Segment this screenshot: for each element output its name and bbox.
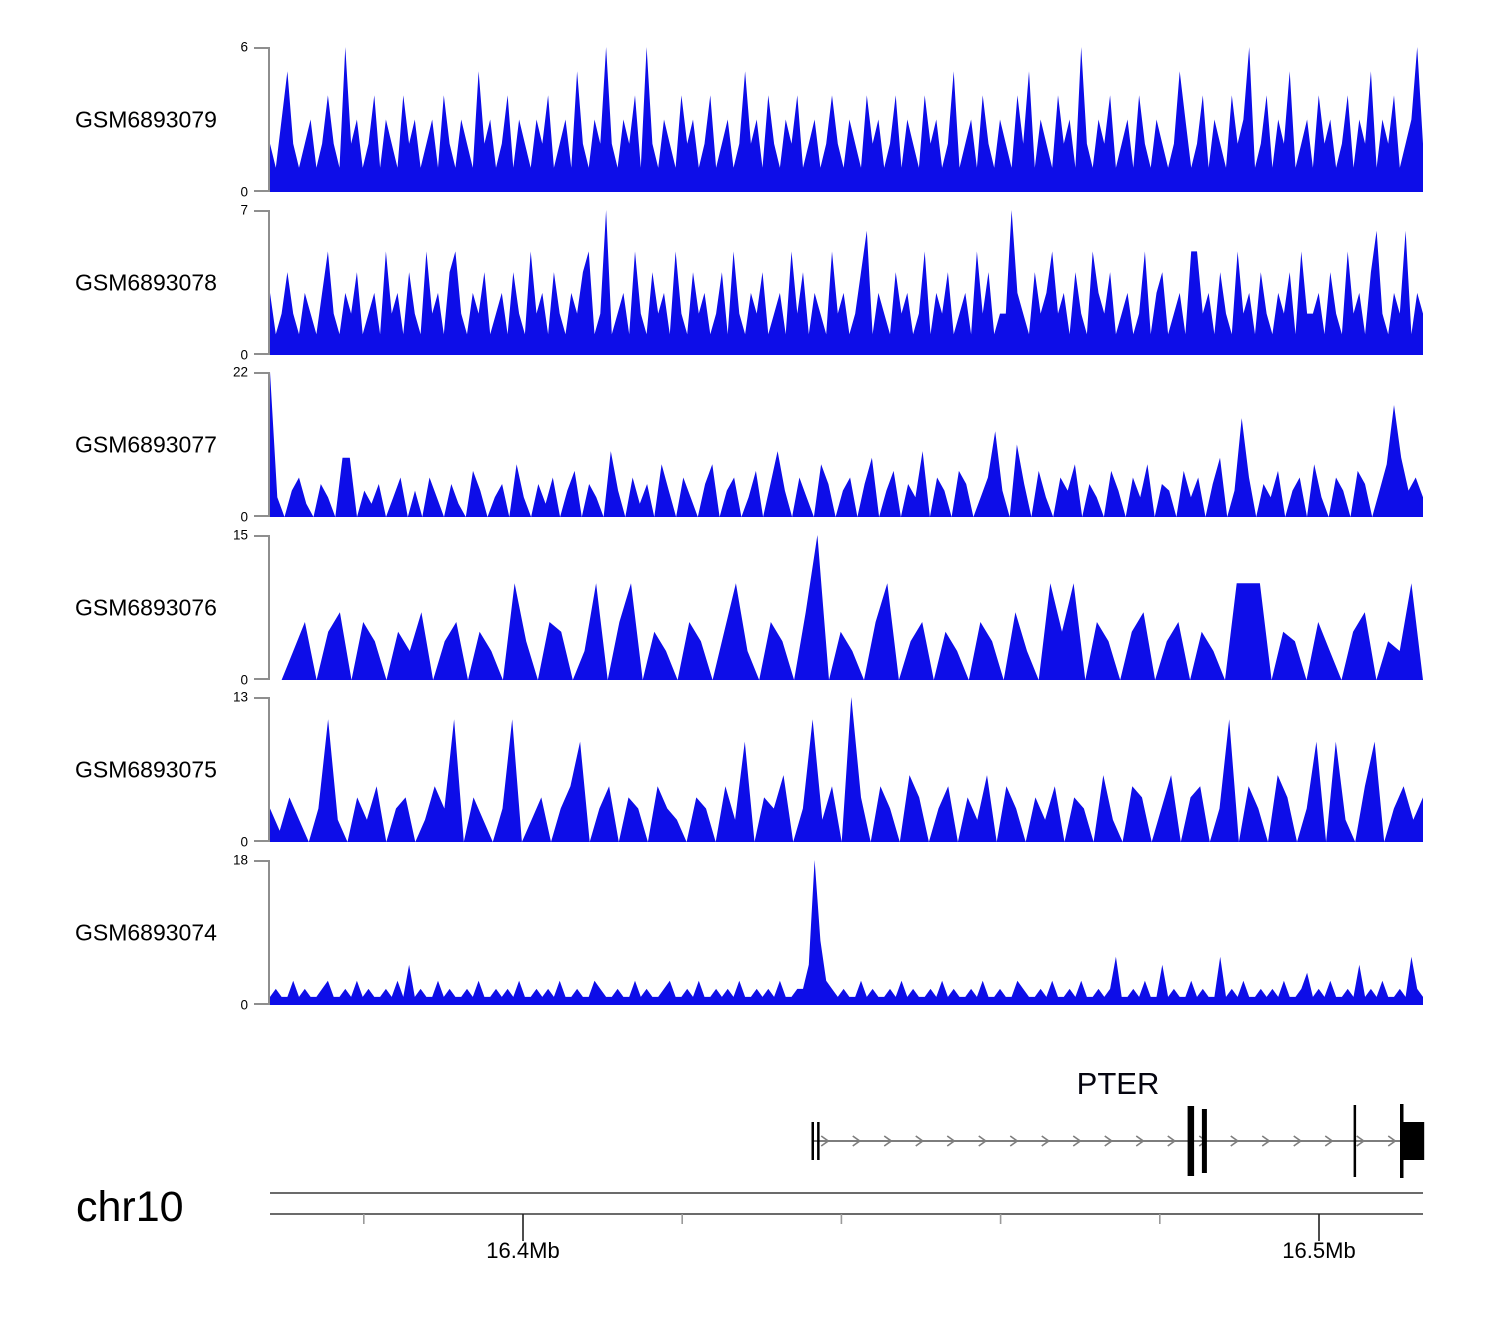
coverage-area	[270, 47, 1423, 192]
y-axis-bottom-tick	[254, 515, 270, 517]
axis-tick-label-16-5mb: 16.5Mb	[1282, 1238, 1355, 1264]
coverage-histogram	[270, 47, 1423, 192]
coverage-area	[270, 697, 1423, 842]
coverage-area	[270, 860, 1423, 1005]
y-axis-bottom-tick	[254, 1003, 270, 1005]
genome-browser-figure: GSM6893079 6 0 GSM6893078 7 0 GSM6893077…	[0, 0, 1500, 1320]
track-label: GSM6893077	[75, 431, 217, 458]
coverage-track-gsm6893079: GSM6893079 6 0	[0, 47, 1500, 192]
y-axis-bottom-tick	[254, 353, 270, 355]
gene-exon-thin	[817, 1122, 820, 1160]
gene-exon-box	[1403, 1122, 1424, 1160]
coverage-track-gsm6893074: GSM6893074 18 0	[0, 860, 1500, 1005]
coverage-area	[270, 372, 1423, 517]
coverage-track-gsm6893076: GSM6893076 15 0	[0, 535, 1500, 680]
gene-exon-thin	[1400, 1104, 1404, 1178]
y-axis-bottom-tick	[254, 190, 270, 192]
track-label: GSM6893075	[75, 756, 217, 783]
track-label: GSM6893079	[75, 106, 217, 133]
coverage-histogram	[270, 860, 1423, 1005]
y-axis-max-label: 15	[200, 528, 248, 543]
coverage-histogram	[270, 372, 1423, 517]
y-axis-max-label: 18	[200, 853, 248, 868]
gene-exon-thick	[1188, 1106, 1195, 1176]
y-axis-bottom-tick	[254, 678, 270, 680]
y-axis-bottom-tick	[254, 840, 270, 842]
gene-exon-thin	[1354, 1105, 1357, 1177]
y-axis-max-label: 22	[200, 365, 248, 380]
chromosome-label: chr10	[76, 1183, 184, 1232]
coverage-track-gsm6893078: GSM6893078 7 0	[0, 210, 1500, 355]
y-axis-zero-label: 0	[200, 835, 248, 850]
coverage-histogram	[270, 697, 1423, 842]
coverage-track-gsm6893077: GSM6893077 22 0	[0, 372, 1500, 517]
y-axis-max-label: 13	[200, 690, 248, 705]
y-axis-zero-label: 0	[200, 998, 248, 1013]
track-label: GSM6893078	[75, 269, 217, 296]
coverage-histogram	[270, 535, 1423, 680]
track-label: GSM6893076	[75, 594, 217, 621]
gene-exon-thin	[812, 1122, 815, 1160]
coverage-area	[270, 210, 1423, 355]
y-axis-max-label: 6	[200, 40, 248, 55]
gene-exon-thick	[1202, 1109, 1207, 1173]
axis-tick-label-16-4mb: 16.4Mb	[486, 1238, 559, 1264]
y-axis-zero-label: 0	[200, 348, 248, 363]
coverage-track-gsm6893075: GSM6893075 13 0	[0, 697, 1500, 842]
y-axis-zero-label: 0	[200, 673, 248, 688]
y-axis-zero-label: 0	[200, 185, 248, 200]
coverage-area	[270, 535, 1423, 680]
y-axis-max-label: 7	[200, 203, 248, 218]
track-label: GSM6893074	[75, 919, 217, 946]
coverage-histogram	[270, 210, 1423, 355]
y-axis-zero-label: 0	[200, 510, 248, 525]
gene-model-and-genome-axis	[0, 1050, 1500, 1320]
